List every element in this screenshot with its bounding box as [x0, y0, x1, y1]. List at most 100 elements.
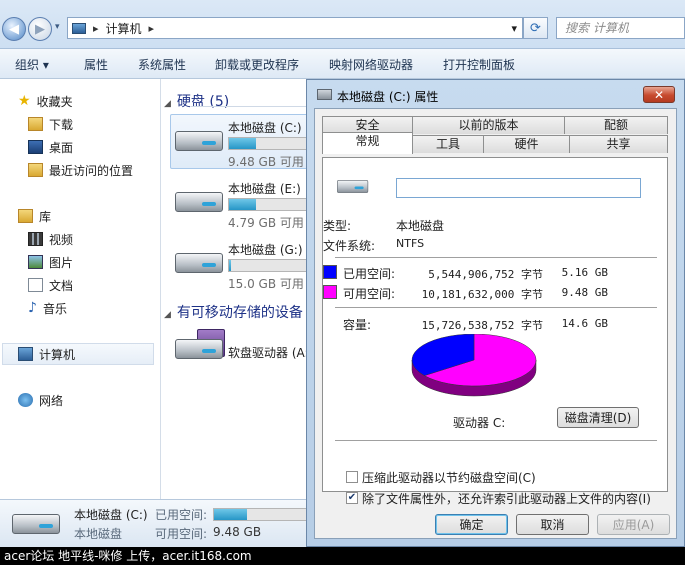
drive-e-name[interactable]: 本地磁盘 (E:) — [228, 180, 301, 197]
address-dropdown-icon[interactable]: ▾ — [511, 22, 517, 35]
used-space-gb: 5.16 GB — [561, 266, 608, 279]
capacity-bytes: 15,726,538,752 字节 — [421, 319, 543, 332]
nav-label: 库 — [39, 209, 52, 224]
content-pane: ◢ 硬盘 (5) 本地磁盘 (C:) 9.48 GB 可用 本地磁盘 (E:) 4… — [161, 79, 306, 499]
index-checkbox[interactable]: ✔ — [346, 492, 358, 504]
video-icon — [28, 232, 43, 246]
back-button[interactable]: ◀ — [2, 17, 26, 41]
nav-videos[interactable]: 视频 — [28, 229, 73, 249]
free-space-gb: 9.48 GB — [561, 286, 608, 299]
search-input[interactable]: 搜索 计算机 — [556, 17, 685, 39]
properties-dialog: 本地磁盘 (C:) 属性 ✕ 安全 以前的版本 配额 常规 工具 硬件 共享 类… — [306, 79, 685, 547]
index-checkbox-label[interactable]: 除了文件属性外，还允许索引此驱动器上文件的内容(I) — [362, 490, 651, 507]
system-properties-button[interactable]: 系统属性 — [138, 56, 186, 73]
tab-sharing[interactable]: 共享 — [569, 135, 668, 153]
tab-previous-versions[interactable]: 以前的版本 — [412, 116, 565, 134]
drive-c-name: 本地磁盘 (C:) — [228, 121, 302, 135]
tab-hardware[interactable]: 硬件 — [483, 135, 570, 153]
group-label: 有可移动存储的设备 — [176, 305, 303, 321]
drive-e-free: 4.79 GB 可用 — [228, 216, 304, 230]
dialog-close-button[interactable]: ✕ — [643, 86, 675, 103]
nav-label: 音乐 — [42, 301, 67, 316]
group-header-hard-disks[interactable]: ◢ 硬盘 (5) — [164, 91, 229, 111]
path-separator-icon[interactable]: ▸ — [149, 22, 155, 35]
compress-checkbox[interactable] — [346, 471, 358, 483]
nav-favorites[interactable]: ★ 收藏夹 — [18, 91, 73, 111]
organize-menu[interactable]: 组织 ▾ — [15, 56, 49, 73]
drive-g-usage-fill — [229, 260, 232, 271]
details-drive-name: 本地磁盘 (C:) — [74, 508, 148, 522]
drive-large-icon — [337, 180, 369, 193]
collapse-triangle-icon: ◢ — [164, 310, 171, 320]
nav-music[interactable]: ♪ 音乐 — [28, 298, 67, 318]
details-used-label: 已用空间: — [155, 508, 208, 522]
nav-pictures[interactable]: 图片 — [28, 252, 73, 272]
nav-network[interactable]: 网络 — [18, 390, 63, 410]
command-bar: 组织 ▾ 属性 系统属性 卸载或更改程序 映射网络驱动器 打开控制面板 — [0, 49, 685, 79]
nav-desktop[interactable]: 桌面 — [28, 137, 73, 157]
filesystem-label: 文件系统: — [323, 239, 376, 253]
drive-base-icon — [175, 339, 223, 359]
drive-g-name[interactable]: 本地磁盘 (G:) — [228, 241, 303, 258]
recent-places-icon — [28, 163, 43, 177]
used-space-bytes: 5,544,906,752 字节 — [428, 268, 543, 281]
history-dropdown-icon[interactable]: ▾ — [55, 22, 60, 32]
group-header-removable[interactable]: ◢ 有可移动存储的设备 — [164, 302, 303, 322]
general-tab-page: 类型: 本地磁盘 文件系统: NTFS 已用空间: 5,544,906,752 … — [322, 157, 668, 492]
separator — [335, 307, 657, 309]
apply-button[interactable]: 应用(A) — [597, 514, 670, 535]
path-separator-icon[interactable]: ▸ — [93, 22, 99, 35]
nav-libraries[interactable]: 库 — [18, 206, 51, 226]
forward-button[interactable]: ▶ — [28, 17, 52, 41]
libraries-icon — [18, 209, 33, 223]
nav-recent-places[interactable]: 最近访问的位置 — [28, 160, 133, 180]
computer-small-icon — [72, 22, 86, 34]
ok-button[interactable]: 确定 — [435, 514, 508, 535]
back-arrow-icon: ◀ — [9, 21, 19, 37]
uninstall-program-button[interactable]: 卸载或更改程序 — [215, 56, 299, 73]
close-icon: ✕ — [653, 87, 665, 102]
nav-computer[interactable]: 计算机 — [18, 344, 75, 364]
hard-drive-icon — [175, 192, 223, 212]
free-space-swatch — [323, 285, 337, 299]
separator — [335, 440, 657, 442]
free-space-bytes: 10,181,632,000 字节 — [421, 288, 543, 301]
refresh-icon: ⟳ — [530, 20, 541, 36]
tab-quota[interactable]: 配额 — [564, 116, 668, 134]
nav-documents[interactable]: 文档 — [28, 275, 73, 295]
drive-g-free: 15.0 GB 可用 — [228, 277, 304, 291]
downloads-folder-icon — [28, 117, 43, 131]
map-network-drive-button[interactable]: 映射网络驱动器 — [329, 56, 413, 73]
dialog-body: 安全 以前的版本 配额 常规 工具 硬件 共享 类型: 本地磁盘 文件系统: N… — [314, 108, 677, 539]
tab-general[interactable]: 常规 — [322, 132, 413, 154]
watermark-caption: acer论坛 地平线-咪修 上传，acer.it168.com — [0, 547, 685, 565]
volume-label-input[interactable] — [396, 178, 641, 198]
address-input[interactable]: ▸ 计算机 ▸ ▾ — [67, 17, 523, 39]
capacity-gb: 14.6 GB — [561, 317, 608, 330]
nav-label: 网络 — [39, 393, 64, 408]
music-icon: ♪ — [28, 300, 37, 316]
drive-c-free: 9.48 GB 可用 — [228, 155, 304, 169]
floppy-drive-name[interactable]: 软盘驱动器 (A:) — [228, 344, 306, 361]
nav-label: 最近访问的位置 — [49, 163, 134, 178]
breadcrumb-computer[interactable]: 计算机 — [106, 20, 142, 37]
refresh-button[interactable]: ⟳ — [523, 17, 548, 39]
details-usage-bar — [213, 508, 308, 521]
drive-letter-label: 驱动器 C: — [453, 416, 506, 430]
group-label: 硬盘 (5) — [176, 94, 230, 110]
nav-label: 文档 — [49, 278, 74, 293]
filesystem-value: NTFS — [396, 237, 425, 250]
properties-button[interactable]: 属性 — [84, 56, 108, 73]
group-divider — [191, 106, 306, 107]
documents-icon — [28, 278, 43, 292]
tab-tools[interactable]: 工具 — [412, 135, 484, 153]
cancel-button[interactable]: 取消 — [516, 514, 589, 535]
details-usage-fill — [214, 509, 247, 520]
details-pane: 本地磁盘 (C:) 本地磁盘 已用空间: 可用空间: 9.48 GB — [0, 499, 310, 548]
disk-cleanup-button[interactable]: 磁盘清理(D) — [557, 407, 639, 428]
open-control-panel-button[interactable]: 打开控制面板 — [443, 56, 515, 73]
nav-downloads[interactable]: 下载 — [28, 114, 73, 134]
drive-e-usage-fill — [229, 199, 257, 210]
nav-label: 计算机 — [39, 347, 76, 362]
compress-checkbox-label[interactable]: 压缩此驱动器以节约磁盘空间(C) — [362, 469, 536, 486]
